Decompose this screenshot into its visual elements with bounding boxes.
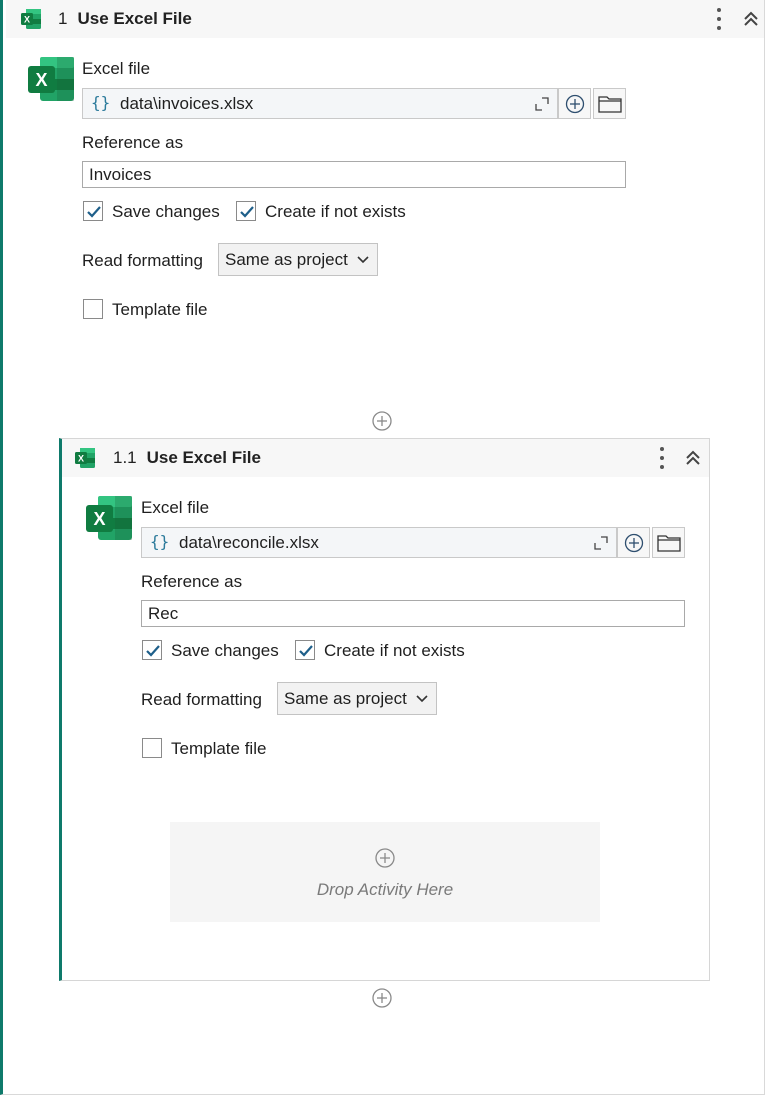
excel-icon: X: [86, 496, 132, 540]
activity-title: 1 Use Excel File: [58, 9, 192, 29]
read-formatting-label: Read formatting: [82, 251, 203, 270]
excel-file-field[interactable]: {} data\reconcile.xlsx: [141, 527, 617, 558]
collapse-icon[interactable]: [742, 10, 760, 28]
template-file-label: Template file: [171, 739, 267, 758]
activity-number: 1: [58, 9, 68, 28]
save-changes-checkbox[interactable]: [142, 640, 162, 660]
read-formatting-label: Read formatting: [141, 690, 262, 709]
nested-activity-header[interactable]: X 1.1 Use Excel File: [62, 439, 709, 477]
more-options-icon[interactable]: [655, 446, 669, 470]
read-formatting-value: Same as project: [284, 689, 407, 708]
nested-use-excel-file-activity: X 1.1 Use Excel File X Excel file {} data…: [59, 438, 710, 981]
create-if-not-exists-label: Create if not exists: [265, 202, 406, 221]
svg-text:X: X: [78, 454, 84, 464]
more-options-icon[interactable]: [712, 7, 726, 31]
save-changes-checkbox[interactable]: [83, 201, 103, 221]
template-file-label: Template file: [112, 300, 208, 319]
excel-file-value: data\invoices.xlsx: [120, 94, 254, 113]
excel-icon: X: [28, 57, 74, 101]
add-variable-button[interactable]: [617, 527, 650, 558]
create-if-not-exists-checkbox[interactable]: [236, 201, 256, 221]
nested-activity-number: 1.1: [113, 448, 137, 467]
folder-icon: [597, 95, 622, 113]
nested-activity-title: 1.1 Use Excel File: [113, 448, 261, 468]
excel-icon: X: [21, 9, 41, 29]
checkmark-icon: [87, 206, 101, 218]
chevron-down-icon: [416, 695, 428, 703]
add-activity-icon[interactable]: [371, 987, 393, 1009]
read-formatting-select[interactable]: Same as project: [218, 243, 378, 276]
excel-file-label: Excel file: [82, 59, 151, 78]
save-changes-label: Save changes: [171, 641, 279, 660]
activity-title-text: Use Excel File: [77, 9, 192, 28]
plus-circle-icon: [624, 533, 643, 552]
create-if-not-exists-checkbox[interactable]: [295, 640, 315, 660]
template-file-checkbox[interactable]: [142, 738, 162, 758]
chevron-down-icon: [357, 256, 369, 264]
svg-text:X: X: [93, 509, 105, 529]
use-excel-file-activity: X 1 Use Excel File X Excel file {} data\i…: [0, 0, 765, 1095]
folder-icon: [656, 534, 681, 552]
reference-as-label: Reference as: [82, 133, 184, 152]
save-changes-label: Save changes: [112, 202, 220, 221]
expand-icon[interactable]: [594, 536, 608, 550]
collapse-icon[interactable]: [684, 449, 702, 467]
drop-activity-zone[interactable]: Drop Activity Here: [170, 822, 600, 922]
add-activity-icon[interactable]: [374, 847, 396, 869]
checkmark-icon: [299, 645, 313, 657]
svg-text:X: X: [24, 15, 30, 25]
activity-header[interactable]: X 1 Use Excel File: [6, 0, 764, 38]
browse-file-button[interactable]: [593, 88, 626, 119]
svg-text:X: X: [35, 70, 47, 90]
create-if-not-exists-label: Create if not exists: [324, 641, 465, 660]
drop-activity-text: Drop Activity Here: [316, 880, 454, 899]
plus-circle-icon: [565, 94, 584, 113]
checkmark-icon: [240, 206, 254, 218]
expand-icon[interactable]: [535, 97, 549, 111]
reference-as-input[interactable]: Rec: [141, 600, 685, 627]
excel-file-value: data\reconcile.xlsx: [179, 533, 319, 552]
add-activity-icon[interactable]: [371, 410, 393, 432]
add-variable-button[interactable]: [558, 88, 591, 119]
reference-as-input[interactable]: Invoices: [82, 161, 626, 188]
checkmark-icon: [146, 645, 160, 657]
excel-icon: X: [75, 448, 95, 468]
template-file-checkbox[interactable]: [83, 299, 103, 319]
nested-activity-title-text: Use Excel File: [146, 448, 261, 467]
excel-file-field[interactable]: {} data\invoices.xlsx: [82, 88, 558, 119]
browse-file-button[interactable]: [652, 527, 685, 558]
read-formatting-value: Same as project: [225, 250, 348, 269]
expression-icon: {}: [150, 532, 170, 551]
expression-icon: {}: [91, 93, 111, 112]
excel-file-label: Excel file: [141, 498, 210, 517]
reference-as-label: Reference as: [141, 572, 243, 591]
read-formatting-select[interactable]: Same as project: [277, 682, 437, 715]
